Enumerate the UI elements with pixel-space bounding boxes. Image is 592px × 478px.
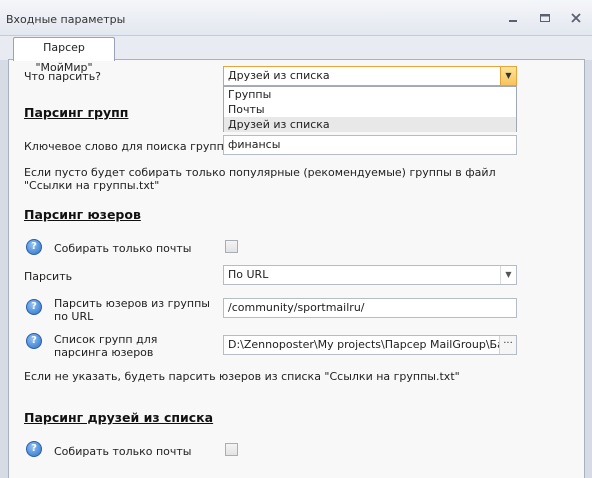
user-emails-only-checkbox[interactable] [225, 240, 238, 253]
parse-mode-value: По URL [228, 268, 269, 281]
what-to-parse-dropdown: Группы Почты Друзей из списка [223, 86, 517, 132]
friends-emails-only-label: Собирать только почты [54, 445, 192, 458]
parse-mode-combo[interactable]: По URL ▼ [223, 265, 517, 285]
option-groups[interactable]: Группы [224, 87, 516, 102]
user-parsing-heading: Парсинг юзеров [24, 207, 141, 222]
keyword-label: Ключевое слово для поиска групп [24, 140, 224, 153]
help-icon[interactable]: ? [26, 441, 42, 457]
tab-strip: Парсер "МойМир" [0, 36, 592, 74]
group-list-value: D:\Zennoposter\My projects\Парсер MailGr… [228, 338, 517, 351]
group-list-input[interactable]: D:\Zennoposter\My projects\Парсер MailGr… [223, 335, 517, 355]
user-emails-only-label: Собирать только почты [54, 242, 192, 255]
option-emails[interactable]: Почты [224, 102, 516, 117]
help-icon[interactable]: ? [26, 299, 42, 315]
close-icon[interactable] [568, 11, 584, 25]
chevron-down-icon[interactable]: ▼ [500, 266, 516, 284]
minimize-icon[interactable] [505, 11, 521, 25]
group-url-input[interactable]: /community/sportmailru/ [223, 298, 517, 318]
group-list-label: Список групп для парсинга юзеров [54, 333, 158, 359]
group-url-label: Парсить юзеров из группы по URL [54, 297, 210, 323]
keyword-input[interactable]: финансы [223, 135, 517, 155]
friends-parsing-heading: Парсинг друзей из списка [24, 410, 214, 425]
keyword-value: финансы [228, 138, 281, 151]
browse-button[interactable]: ··· [499, 336, 516, 354]
user-parsing-note: Если не указать, будеть парсить юзеров и… [24, 370, 460, 383]
chevron-down-icon[interactable]: ▼ [500, 67, 516, 85]
help-icon[interactable]: ? [26, 333, 42, 349]
parse-mode-label: Парсить [24, 270, 73, 283]
group-parsing-heading: Парсинг групп [24, 105, 129, 120]
what-to-parse-value: Друзей из списка [228, 69, 330, 82]
window-titlebar: Входные параметры [0, 0, 592, 36]
help-icon[interactable]: ? [26, 239, 42, 255]
what-to-parse-combo[interactable]: Друзей из списка ▼ [223, 66, 517, 86]
window-title: Входные параметры [6, 13, 126, 26]
group-url-value: /community/sportmailru/ [228, 301, 365, 314]
option-friends-from-list[interactable]: Друзей из списка [224, 117, 516, 132]
tab-moimir-parser[interactable]: Парсер "МойМир" [13, 37, 115, 74]
group-parsing-note: Если пусто будет собирать только популяр… [24, 166, 496, 192]
restore-icon[interactable] [537, 11, 553, 25]
friends-emails-only-checkbox[interactable] [225, 443, 238, 456]
